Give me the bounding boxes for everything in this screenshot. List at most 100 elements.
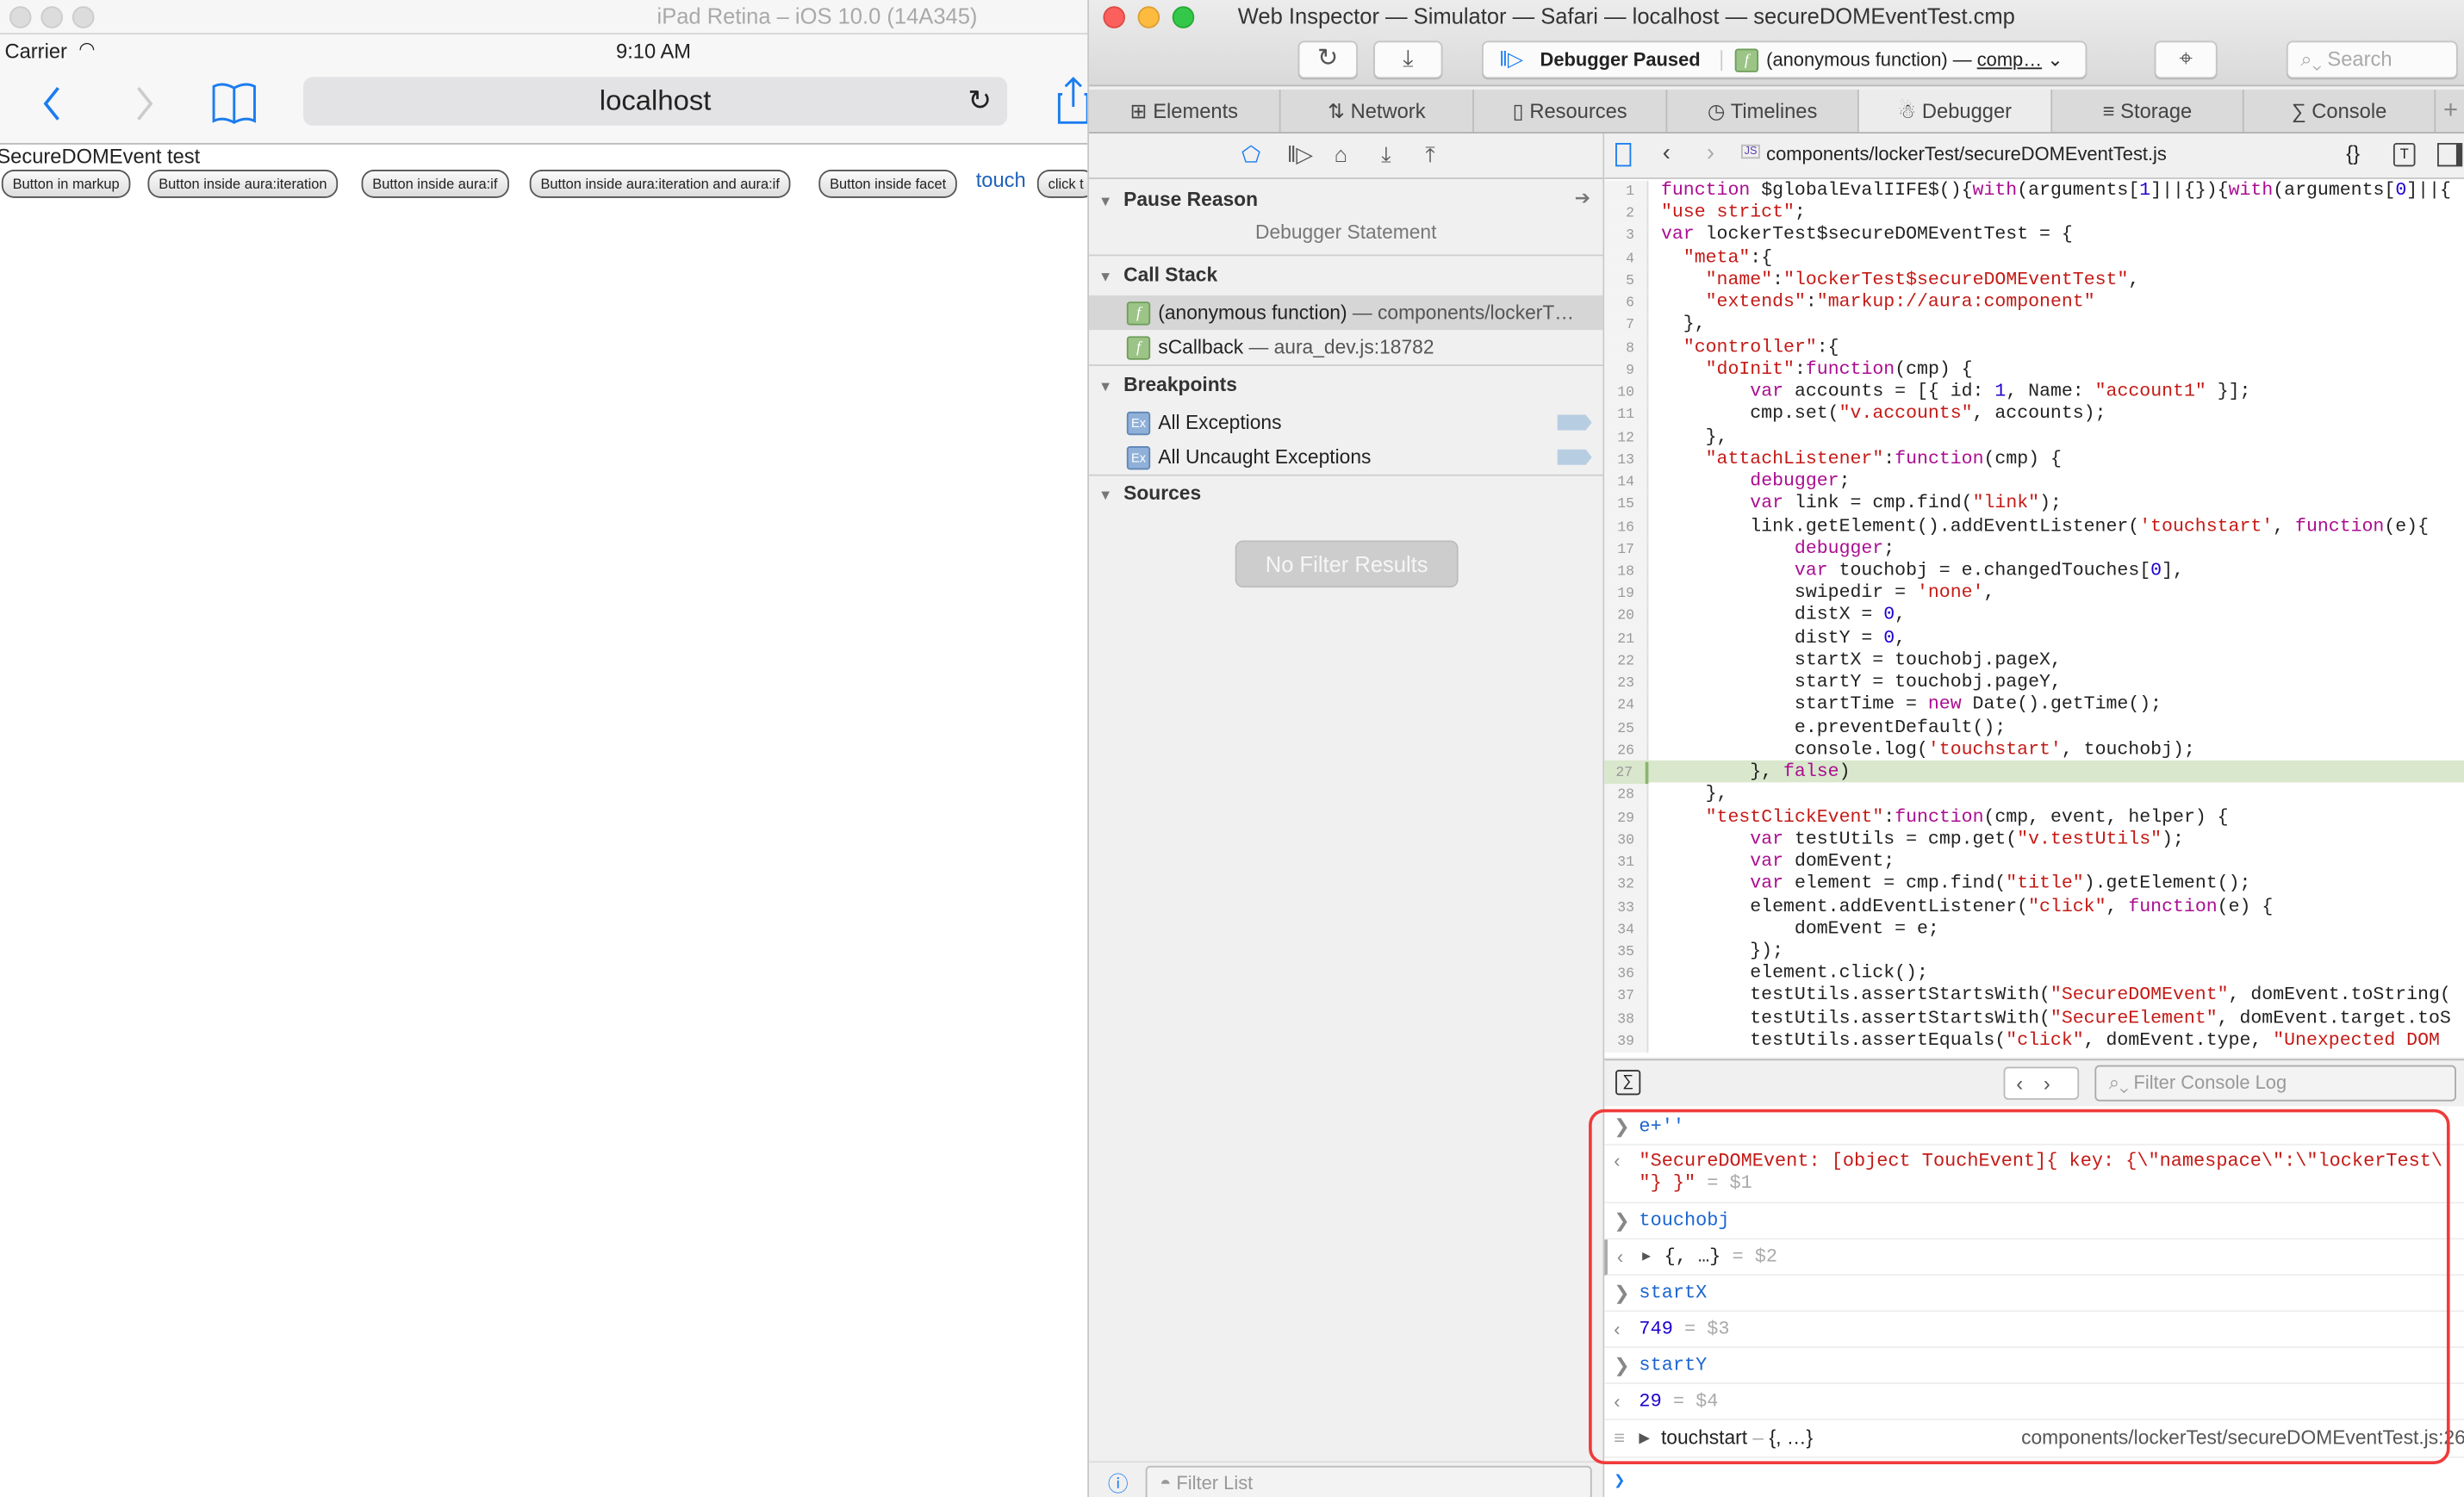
line-number[interactable]: 15: [1604, 494, 1649, 517]
address-bar[interactable]: localhost ↻: [303, 77, 1008, 126]
breakpoints-toggle-icon[interactable]: ⬠: [1241, 141, 1260, 168]
line-number[interactable]: 22: [1604, 649, 1649, 673]
inspect-element-button[interactable]: ⌖: [2154, 40, 2218, 79]
line-number[interactable]: 25: [1604, 717, 1649, 740]
breakpoint-flag-icon[interactable]: [1557, 449, 1592, 465]
line-number[interactable]: 5: [1604, 270, 1649, 293]
call-frame-anonymous[interactable]: f (anonymous function) — components/locke…: [1089, 295, 1603, 331]
line-number[interactable]: 3: [1604, 225, 1649, 248]
breakpoints-header[interactable]: ▼ Breakpoints: [1098, 374, 1237, 396]
details-sidebar-icon[interactable]: [2437, 142, 2463, 167]
call-frame-scallback[interactable]: f sCallback — aura_dev.js:18782: [1089, 330, 1602, 364]
line-number[interactable]: 10: [1604, 382, 1649, 405]
step-into-icon[interactable]: ⤓: [1381, 141, 1391, 168]
next-icon[interactable]: ›: [2044, 1072, 2050, 1095]
info-icon[interactable]: ⓘ: [1108, 1468, 1129, 1497]
pause-reason-header[interactable]: ▼ Pause Reason: [1098, 189, 1258, 211]
line-number[interactable]: 7: [1604, 314, 1649, 338]
expand-triangle-icon[interactable]: ▶: [1642, 1239, 1651, 1274]
filter-list-input[interactable]: ◓ Filter List: [1145, 1465, 1592, 1497]
line-number[interactable]: 4: [1604, 247, 1649, 270]
tab-elements[interactable]: ⊞ Elements: [1089, 89, 1281, 133]
object-preview[interactable]: {, …}: [1769, 1426, 1813, 1449]
click-button[interactable]: click t: [1036, 169, 1088, 198]
line-number[interactable]: 21: [1604, 628, 1649, 650]
share-icon[interactable]: [1056, 76, 1088, 126]
continue-icon[interactable]: ‖▷: [1287, 141, 1313, 168]
line-number[interactable]: 19: [1604, 583, 1649, 606]
button-inside-iteration[interactable]: Button inside aura:iteration: [147, 169, 339, 198]
line-number[interactable]: 35: [1604, 941, 1649, 964]
reload-button[interactable]: ↻: [1297, 40, 1358, 79]
tab-network[interactable]: ⇅ Network: [1281, 89, 1474, 133]
line-number[interactable]: 6: [1604, 292, 1649, 315]
sources-header[interactable]: ▼ Sources: [1098, 482, 1201, 505]
button-inside-iteration-and-if[interactable]: Button inside aura:iteration and aura:if: [529, 169, 791, 198]
button-inside-facet[interactable]: Button inside facet: [818, 169, 957, 198]
line-number[interactable]: 16: [1604, 516, 1649, 539]
line-number[interactable]: 17: [1604, 538, 1649, 562]
line-number[interactable]: 24: [1604, 694, 1649, 717]
step-over-icon[interactable]: ⌂: [1335, 141, 1347, 166]
go-to-arrow-icon[interactable]: ➔: [1575, 187, 1590, 209]
line-number[interactable]: 1: [1604, 180, 1649, 203]
breakpoint-uncaught-exceptions[interactable]: Ex All Uncaught Exceptions: [1089, 440, 1602, 475]
breakpoint-flag-icon[interactable]: [1557, 414, 1592, 431]
line-number[interactable]: 13: [1604, 449, 1649, 472]
filter-console-input[interactable]: ⌕⌄ Filter Console Log: [2094, 1065, 2456, 1102]
line-number[interactable]: 34: [1604, 918, 1649, 941]
code-view[interactable]: 1 function $globalEvalIIFE$(){with(argume…: [1604, 179, 2464, 1058]
call-stack-header[interactable]: ▼ Call Stack: [1098, 264, 1217, 286]
new-tab-button[interactable]: +: [2436, 90, 2464, 132]
function-location[interactable]: comp…: [1977, 49, 2042, 71]
expand-triangle-icon[interactable]: ▶: [1639, 1420, 1650, 1457]
forward-icon[interactable]: ›: [1707, 140, 1714, 166]
line-number[interactable]: 26: [1604, 739, 1649, 762]
reload-icon[interactable]: ↻: [968, 77, 992, 126]
bookmarks-icon[interactable]: [210, 82, 258, 126]
download-button[interactable]: ⤓: [1373, 40, 1443, 79]
debugger-status-dashboard[interactable]: ‖▷ Debugger Paused f (anonymous function…: [1482, 40, 2088, 79]
line-number[interactable]: 36: [1604, 963, 1649, 986]
tab-storage[interactable]: ≡ Storage: [2052, 89, 2244, 133]
button-in-markup[interactable]: Button in markup: [1, 169, 131, 198]
tab-console[interactable]: ∑ Console: [2244, 89, 2436, 133]
line-number[interactable]: 33: [1604, 896, 1649, 919]
line-number[interactable]: 31: [1604, 851, 1649, 874]
touch-link[interactable]: touch: [976, 168, 1026, 191]
breakpoint-all-exceptions[interactable]: Ex All Exceptions: [1089, 406, 1602, 440]
tab-timelines[interactable]: ◷ Timelines: [1667, 89, 1859, 133]
line-number[interactable]: 28: [1604, 784, 1649, 807]
log-source-link[interactable]: components/lockerTest/secureDOMEventTest…: [2021, 1420, 2464, 1457]
line-number[interactable]: 32: [1604, 873, 1649, 897]
line-number[interactable]: 38: [1604, 1008, 1649, 1031]
back-icon[interactable]: ‹: [1663, 140, 1671, 166]
file-path[interactable]: components/lockerTest/secureDOMEventTest…: [1766, 143, 2167, 165]
type-info-icon[interactable]: T: [2392, 142, 2416, 167]
prompt-chevron-icon[interactable]: ❯: [1614, 1469, 1625, 1493]
line-number[interactable]: 11: [1604, 404, 1649, 427]
line-number[interactable]: 30: [1604, 829, 1649, 852]
line-number[interactable]: 8: [1604, 337, 1649, 360]
sidebar-toggle-icon[interactable]: [1615, 142, 1632, 167]
tab-resources[interactable]: ▯ Resources: [1474, 89, 1668, 133]
line-number[interactable]: 9: [1604, 359, 1649, 382]
previous-icon[interactable]: ‹: [2016, 1072, 2023, 1095]
line-number[interactable]: 14: [1604, 471, 1649, 494]
line-number[interactable]: 37: [1604, 985, 1649, 1009]
line-number[interactable]: 27: [1604, 761, 1649, 785]
line-number[interactable]: 29: [1604, 806, 1649, 829]
back-chevron-icon[interactable]: [40, 84, 63, 122]
object-preview[interactable]: {, …}: [1664, 1245, 1721, 1268]
search-field[interactable]: ⌕⌄ Search: [2286, 40, 2458, 79]
line-number[interactable]: 2: [1604, 202, 1649, 226]
line-number[interactable]: 39: [1604, 1030, 1649, 1053]
line-number[interactable]: 18: [1604, 561, 1649, 584]
pretty-print-icon[interactable]: {}: [2346, 141, 2360, 165]
forward-chevron-icon[interactable]: [134, 84, 156, 122]
line-number[interactable]: 20: [1604, 606, 1649, 629]
console-icon[interactable]: ∑: [1615, 1070, 1641, 1096]
button-inside-if[interactable]: Button inside aura:if: [361, 169, 509, 198]
line-number[interactable]: 12: [1604, 426, 1649, 450]
line-number[interactable]: 23: [1604, 672, 1649, 695]
